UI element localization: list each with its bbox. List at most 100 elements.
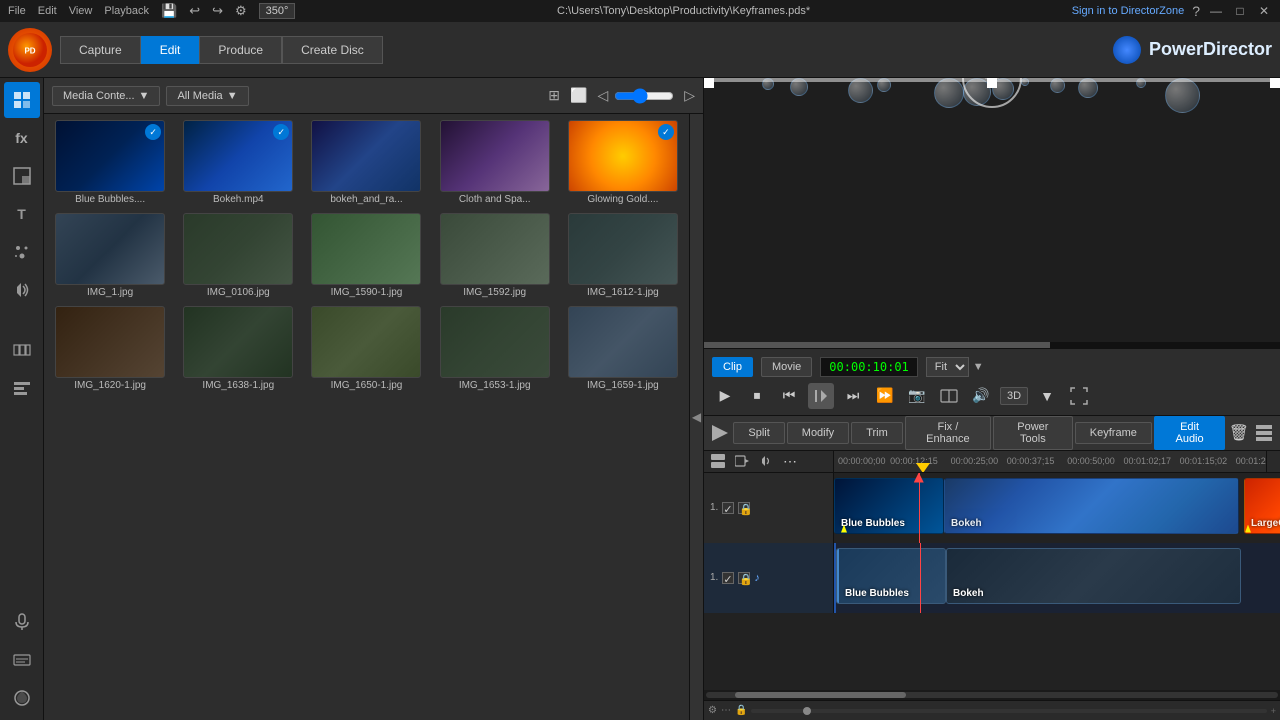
toolbar-undo-icon[interactable]: ↩: [189, 3, 200, 19]
snapshot-button[interactable]: 📷: [904, 383, 930, 409]
media-item-6[interactable]: IMG_0106.jpg: [176, 211, 300, 300]
play-button[interactable]: ▶: [712, 383, 738, 409]
tool-particles[interactable]: [4, 234, 40, 270]
track-lock-checkbox[interactable]: 🔒: [738, 502, 750, 514]
toolbar-settings-icon[interactable]: ⚙: [235, 3, 247, 19]
capture-button[interactable]: Capture: [60, 36, 141, 64]
media-item-0[interactable]: ✓ Blue Bubbles....: [48, 118, 172, 207]
zoom-out-icon[interactable]: ⚙: [708, 705, 717, 716]
corner-handle-ml[interactable]: [704, 78, 714, 83]
fast-forward-button[interactable]: ⏭: [840, 383, 866, 409]
fit-select[interactable]: Fit: [926, 357, 969, 377]
media-type-dropdown[interactable]: All Media ▼: [166, 86, 248, 106]
produce-button[interactable]: Produce: [199, 36, 282, 64]
tool-fx[interactable]: fx: [4, 120, 40, 156]
clip-mode-button[interactable]: Clip: [712, 357, 753, 377]
menu-file[interactable]: File: [8, 5, 26, 17]
toolbar-angle-input[interactable]: 350°: [259, 3, 296, 19]
zoom-slider[interactable]: [751, 709, 1266, 713]
clip-bokeh[interactable]: Bokeh: [944, 478, 1239, 534]
power-tools-button[interactable]: Power Tools: [993, 416, 1073, 450]
menu-edit[interactable]: Edit: [38, 5, 57, 17]
toolbar-save-icon[interactable]: 💾: [161, 3, 177, 19]
fix-enhance-button[interactable]: Fix / Enhance: [905, 416, 991, 450]
fullscreen-button[interactable]: [1066, 383, 1092, 409]
panel-collapse-button[interactable]: ◀: [689, 114, 703, 720]
media-item-14[interactable]: IMG_1659-1.jpg: [561, 304, 685, 393]
compare-button[interactable]: [936, 383, 962, 409]
scrollbar-thumb[interactable]: [735, 692, 907, 698]
audio-clip-bokeh[interactable]: Bokeh: [946, 548, 1241, 604]
tool-title[interactable]: T: [4, 196, 40, 232]
movie-mode-button[interactable]: Movie: [761, 357, 812, 377]
tool-pip[interactable]: [4, 158, 40, 194]
help-button[interactable]: ?: [1192, 3, 1200, 19]
corner-handle-mr[interactable]: [1270, 78, 1280, 83]
clip-blue-bubbles[interactable]: Blue Bubbles: [834, 478, 944, 534]
mark-in-button[interactable]: [808, 383, 834, 409]
media-item-4[interactable]: ✓ Glowing Gold....: [561, 118, 685, 207]
modify-button[interactable]: Modify: [787, 422, 849, 444]
media-item-10[interactable]: IMG_1620-1.jpg: [48, 304, 172, 393]
audio-track-content[interactable]: Blue Bubbles Bokeh: [834, 543, 1280, 613]
delete-button[interactable]: 🗑: [1227, 419, 1250, 447]
clip-orange-flare[interactable]: LargeOrangeFlareParticles: [1244, 478, 1280, 534]
playhead[interactable]: [919, 473, 920, 543]
restore-button[interactable]: □: [1232, 3, 1248, 19]
timeline-audio-icon[interactable]: [756, 451, 776, 471]
media-item-9[interactable]: IMG_1612-1.jpg: [561, 211, 685, 300]
keyframe-button[interactable]: Keyframe: [1075, 422, 1152, 444]
edit-button[interactable]: Edit: [141, 36, 200, 64]
audio-track-lock-checkbox[interactable]: 🔒: [738, 572, 750, 584]
corner-handle-tm[interactable]: [987, 78, 997, 88]
close-button[interactable]: ✕: [1256, 3, 1272, 19]
expand-icon[interactable]: ▷: [684, 87, 695, 104]
track-visible-checkbox[interactable]: ✓: [722, 502, 734, 514]
prev-frame-button[interactable]: ⏮: [776, 383, 802, 409]
3d-mode-button[interactable]: 3D: [1000, 387, 1028, 405]
video-track-content[interactable]: Blue Bubbles Bokeh Large: [834, 473, 1280, 543]
media-item-7[interactable]: IMG_1590-1.jpg: [304, 211, 428, 300]
3d-settings-button[interactable]: ▼: [1034, 383, 1060, 409]
zoom-slider-thumb[interactable]: [803, 707, 811, 715]
edit-audio-button[interactable]: Edit Audio: [1154, 416, 1225, 450]
stop-button[interactable]: ⏹: [744, 383, 770, 409]
tool-timeline-view[interactable]: [4, 370, 40, 406]
media-item-8[interactable]: IMG_1592.jpg: [433, 211, 557, 300]
audio-clip-blue-bubbles[interactable]: Blue Bubbles: [836, 548, 946, 604]
media-item-11[interactable]: IMG_1638-1.jpg: [176, 304, 300, 393]
fast-reverse-button[interactable]: ⏩: [872, 383, 898, 409]
thumbnail-size-slider[interactable]: [614, 88, 674, 104]
media-item-5[interactable]: IMG_1.jpg: [48, 211, 172, 300]
trim-button[interactable]: Trim: [851, 422, 903, 444]
zoom-icon2[interactable]: ⋯: [721, 705, 731, 716]
timeline-video-icon[interactable]: [732, 451, 752, 471]
tool-color[interactable]: [4, 680, 40, 716]
tool-audio[interactable]: [4, 272, 40, 308]
volume-button[interactable]: 🔊: [968, 383, 994, 409]
tool-subtitle[interactable]: [4, 642, 40, 678]
thumbnail-size-icon[interactable]: ◁: [597, 87, 608, 104]
media-item-12[interactable]: IMG_1650-1.jpg: [304, 304, 428, 393]
create-disc-button[interactable]: Create Disc: [282, 36, 383, 64]
media-content-dropdown[interactable]: Media Conte... ▼: [52, 86, 160, 106]
timeline-mode-icon[interactable]: [708, 451, 728, 471]
timeline-subtitle-icon[interactable]: ⋯: [780, 451, 800, 471]
minimize-button[interactable]: —: [1208, 3, 1224, 19]
grid-view-icon[interactable]: ⊞: [548, 87, 560, 104]
timeline-scrollbar[interactable]: [704, 690, 1280, 700]
menu-playback[interactable]: Playback: [104, 5, 149, 17]
timeline-settings-icon[interactable]: [1253, 419, 1276, 447]
playhead-marker[interactable]: [916, 451, 930, 473]
media-item-1[interactable]: ✓ Bokeh.mp4: [176, 118, 300, 207]
media-item-13[interactable]: IMG_1653-1.jpg: [433, 304, 557, 393]
media-item-2[interactable]: bokeh_and_ra...: [304, 118, 428, 207]
tool-media[interactable]: [4, 82, 40, 118]
preview-scrubber[interactable]: [704, 342, 1280, 348]
media-item-3[interactable]: Cloth and Spa...: [433, 118, 557, 207]
tool-microphone[interactable]: [4, 604, 40, 640]
audio-track-visible-checkbox[interactable]: ✓: [722, 572, 734, 584]
tool-storyboard[interactable]: [4, 332, 40, 368]
filmstrip-icon[interactable]: ⬜: [570, 87, 587, 104]
menu-view[interactable]: View: [69, 5, 93, 17]
